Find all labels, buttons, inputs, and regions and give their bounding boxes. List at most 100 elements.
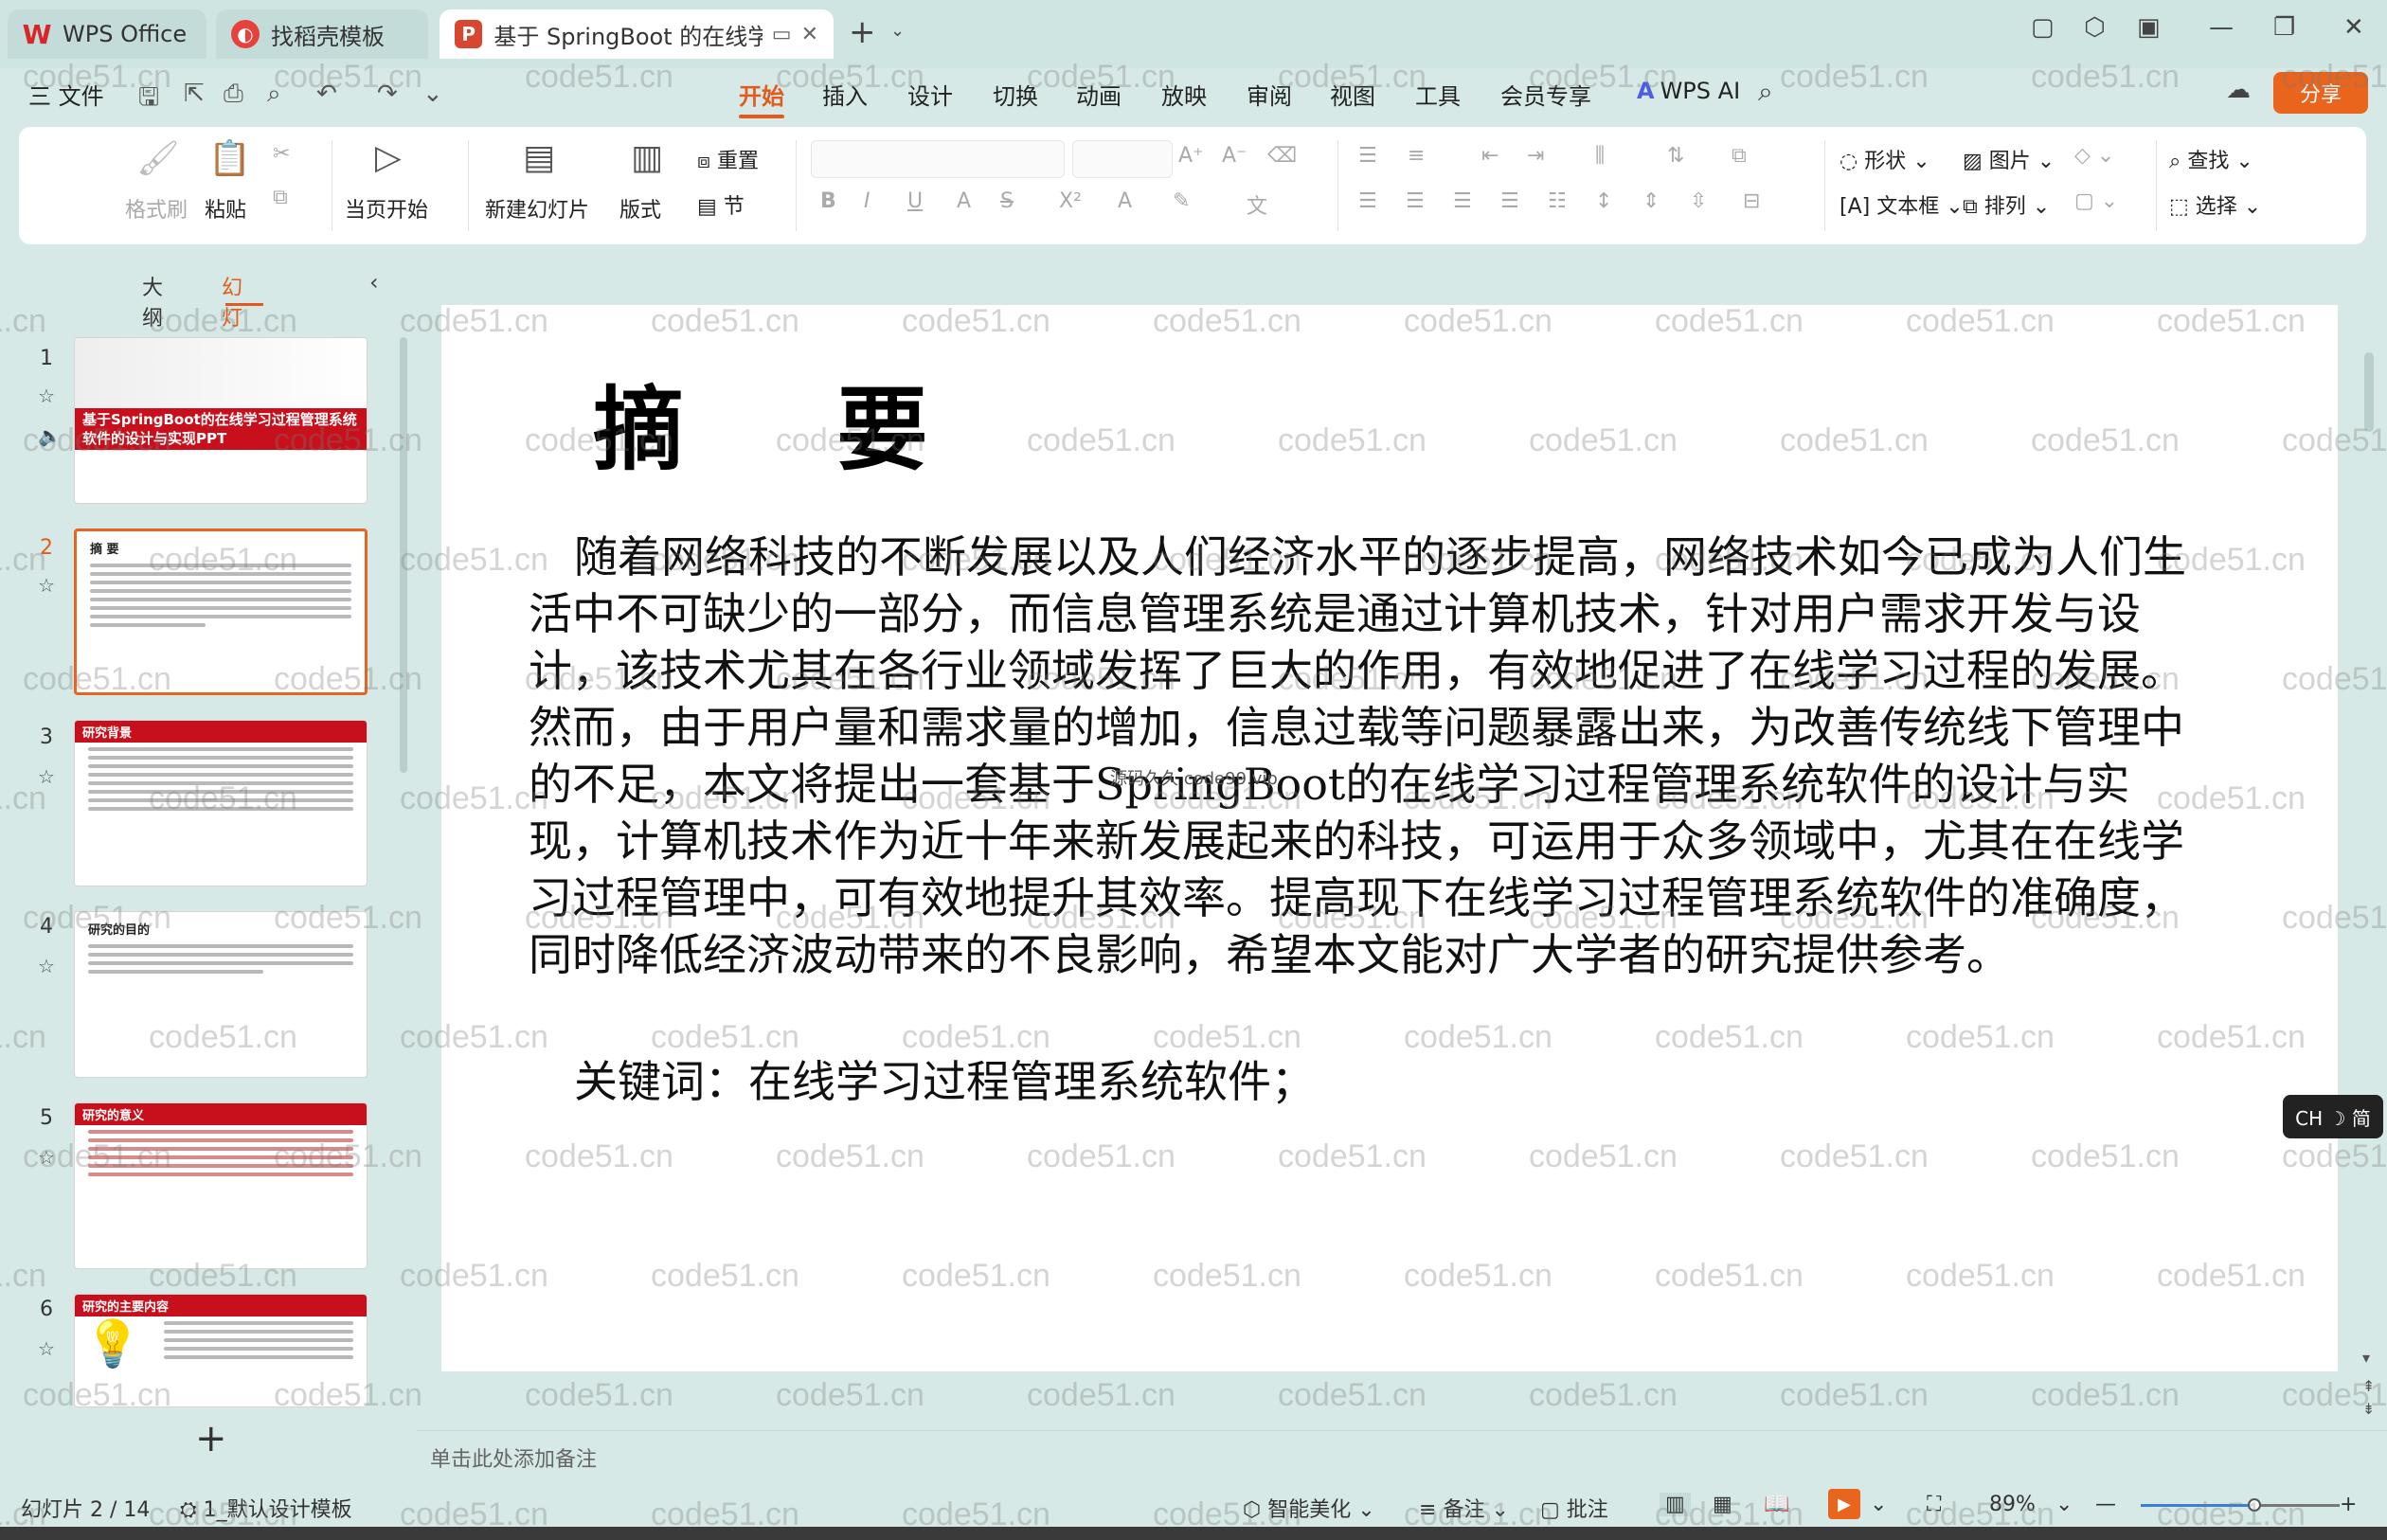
zoom-level[interactable]: 89% (1989, 1493, 2036, 1516)
shape-button[interactable]: ◌ 形状 ⌄ (1840, 144, 1930, 174)
slide-thumbnail[interactable]: 研究背景 (74, 720, 368, 886)
italic-icon[interactable]: I (864, 189, 870, 213)
slide-body-text[interactable]: 随着网络科技的不断发展以及人们经济水平的逐步提高，网络技术如今已成为人们生活中不… (529, 528, 2215, 983)
format-painter-icon[interactable]: 🖌 (136, 138, 180, 178)
zoom-slider-handle[interactable] (2247, 1498, 2261, 1512)
star-icon[interactable]: ☆ (38, 385, 55, 407)
format-painter-button[interactable]: 格式刷 (125, 193, 188, 224)
slide-thumbnail-active[interactable]: 摘 要 (74, 528, 368, 695)
redo-icon[interactable]: ↷ (377, 80, 398, 108)
text-direction-icon[interactable]: ⇳ (1690, 189, 1707, 213)
font-family-select[interactable] (811, 140, 1065, 178)
bullet-list-icon[interactable]: ☰ (1358, 144, 1377, 168)
close-tab-icon[interactable]: ✕ (801, 23, 818, 46)
font-color-icon[interactable]: A (1118, 189, 1132, 213)
highlight-icon[interactable]: ✎ (1173, 189, 1190, 213)
zoom-out-icon[interactable]: — (2095, 1493, 2116, 1516)
chevron-down-icon[interactable]: ⌄ (2055, 1493, 2073, 1516)
export-icon[interactable]: ⇱ (184, 80, 205, 108)
fit-window-icon[interactable]: ⛶ (1927, 1493, 1941, 1516)
ribbon-tab-view[interactable]: 视图 (1330, 78, 1375, 111)
fill-icon[interactable]: ◇ ⌄ (2074, 144, 2114, 168)
slide-thumbnail[interactable]: 研究的目的 (74, 911, 368, 1078)
minimize-icon[interactable]: — (2209, 13, 2234, 42)
star-icon[interactable]: ☆ (38, 574, 55, 597)
arrange-button[interactable]: ⧉ 排列 ⌄ (1963, 189, 2050, 220)
increase-indent-icon[interactable]: ⇥ (1527, 144, 1544, 168)
ribbon-tab-transition[interactable]: 切换 (993, 78, 1038, 111)
shrink-font-icon[interactable]: A⁻ (1222, 144, 1247, 168)
panel-scrollbar[interactable] (400, 337, 407, 773)
layout-button[interactable]: 版式 (619, 193, 661, 224)
select-button[interactable]: ⬚ 选择 ⌄ (2169, 189, 2261, 220)
text-align-icon[interactable]: ⊟ (1743, 189, 1760, 213)
star-icon[interactable]: ☆ (38, 1337, 55, 1360)
search-icon[interactable]: ⌕ (1758, 76, 1773, 108)
undo-icon[interactable]: ↶ (316, 80, 337, 108)
slide-thumbnail[interactable]: 研究的主要内容 💡 (74, 1294, 368, 1407)
paste-button[interactable]: 粘贴 (205, 193, 246, 224)
page-down-icon[interactable]: ⇟ (2362, 1400, 2375, 1418)
tab-outline[interactable]: 大纲 (142, 271, 163, 331)
slide-thumbnail[interactable]: 基于SpringBoot的在线学习过程管理系统软件的设计与实现PPT (74, 337, 368, 504)
reset-button[interactable]: ⧈ 重置 (697, 144, 759, 174)
print-icon[interactable]: ⎙ (224, 80, 243, 109)
canvas-scrollbar[interactable] (2364, 352, 2374, 432)
add-slide-button[interactable]: + (195, 1417, 227, 1460)
ribbon-tab-member[interactable]: 会员专享 (1500, 78, 1591, 111)
numbered-list-icon[interactable]: ≡ (1408, 144, 1425, 168)
ribbon-tab-tools[interactable]: 工具 (1415, 78, 1461, 111)
find-button[interactable]: ⌕ 查找 ⌄ (2169, 144, 2253, 174)
ribbon-tab-design[interactable]: 设计 (907, 78, 953, 111)
align-center-icon[interactable]: ☰ (1406, 189, 1425, 213)
slide-sorter-icon[interactable]: ▦ (1713, 1493, 1732, 1516)
play-from-current-button[interactable]: 当页开始 (345, 193, 428, 224)
phonetic-icon[interactable]: 文 (1247, 189, 1267, 220)
justify-icon[interactable]: ☰ (1500, 189, 1519, 213)
monitor-icon[interactable]: ▭ (772, 23, 792, 46)
maximize-icon[interactable]: ❐ (2273, 13, 2295, 42)
layout-icon[interactable]: ▥ (631, 138, 663, 177)
beautify-button[interactable]: ⬡ 智能美化 ⌄ (1243, 1493, 1375, 1523)
star-icon[interactable]: ☆ (38, 955, 55, 977)
slide-keywords[interactable]: 关键词：在线学习过程管理系统软件； (574, 1048, 1315, 1110)
star-icon[interactable]: ☆ (38, 1146, 55, 1169)
outline-icon[interactable]: ▢ ⌄ (2074, 189, 2118, 213)
cut-icon[interactable]: ✂ (273, 142, 290, 166)
paragraph-spacing-icon[interactable]: ⇕ (1642, 189, 1660, 213)
scroll-down-icon[interactable]: ▾ (2362, 1349, 2370, 1367)
reading-view-icon[interactable]: 📖 (1764, 1493, 1789, 1516)
grow-font-icon[interactable]: A⁺ (1178, 144, 1204, 168)
tab-docer-template[interactable]: ◐ 找稻壳模板 (216, 9, 428, 59)
share-button[interactable]: 分享 (2273, 72, 2368, 114)
distribute-icon[interactable]: ☷ (1548, 189, 1567, 213)
column-icon[interactable]: ⫼ (1595, 144, 1605, 168)
collapse-panel-icon[interactable]: ‹ (369, 269, 379, 295)
notes-button[interactable]: ≡ 备注 ⌄ (1419, 1493, 1509, 1523)
picture-button[interactable]: ▨ 图片 ⌄ (1963, 144, 2055, 174)
shadow-text-icon[interactable]: A (957, 189, 971, 213)
new-slide-icon[interactable]: ▤ (523, 138, 555, 177)
play-from-current-icon[interactable]: ▷ (375, 138, 402, 177)
convert-icon[interactable]: ⧉ (1732, 144, 1747, 168)
ribbon-tab-slideshow[interactable]: 放映 (1161, 78, 1207, 111)
wps-ai-button[interactable]: A WPS AI (1637, 78, 1740, 104)
comments-button[interactable]: ▢ 批注 (1540, 1493, 1608, 1523)
page-up-icon[interactable]: ⇞ (2362, 1377, 2375, 1395)
chevron-down-icon[interactable]: ⌄ (422, 80, 443, 108)
slide-thumbnail[interactable]: 研究的意义 (74, 1102, 368, 1269)
notes-pane[interactable]: 单击此处添加备注 (417, 1430, 2387, 1481)
ime-indicator[interactable]: CH ☽ 简 (2283, 1095, 2383, 1138)
textbox-button[interactable]: [A] 文本框 ⌄ (1840, 189, 1964, 220)
underline-icon[interactable]: U (907, 189, 923, 213)
align-right-icon[interactable]: ☰ (1453, 189, 1472, 213)
superscript-icon[interactable]: X² (1059, 189, 1082, 213)
strikethrough-icon[interactable]: S (1000, 189, 1014, 213)
font-size-select[interactable] (1072, 140, 1173, 178)
section-button[interactable]: ▤ 节 (697, 189, 745, 220)
file-menu[interactable]: 三 文件 (28, 78, 104, 111)
decrease-indent-icon[interactable]: ⇤ (1481, 144, 1499, 168)
close-window-icon[interactable]: ✕ (2343, 13, 2364, 42)
normal-view-icon[interactable]: ▥ (1660, 1493, 1691, 1516)
ribbon-tab-animation[interactable]: 动画 (1076, 78, 1122, 111)
